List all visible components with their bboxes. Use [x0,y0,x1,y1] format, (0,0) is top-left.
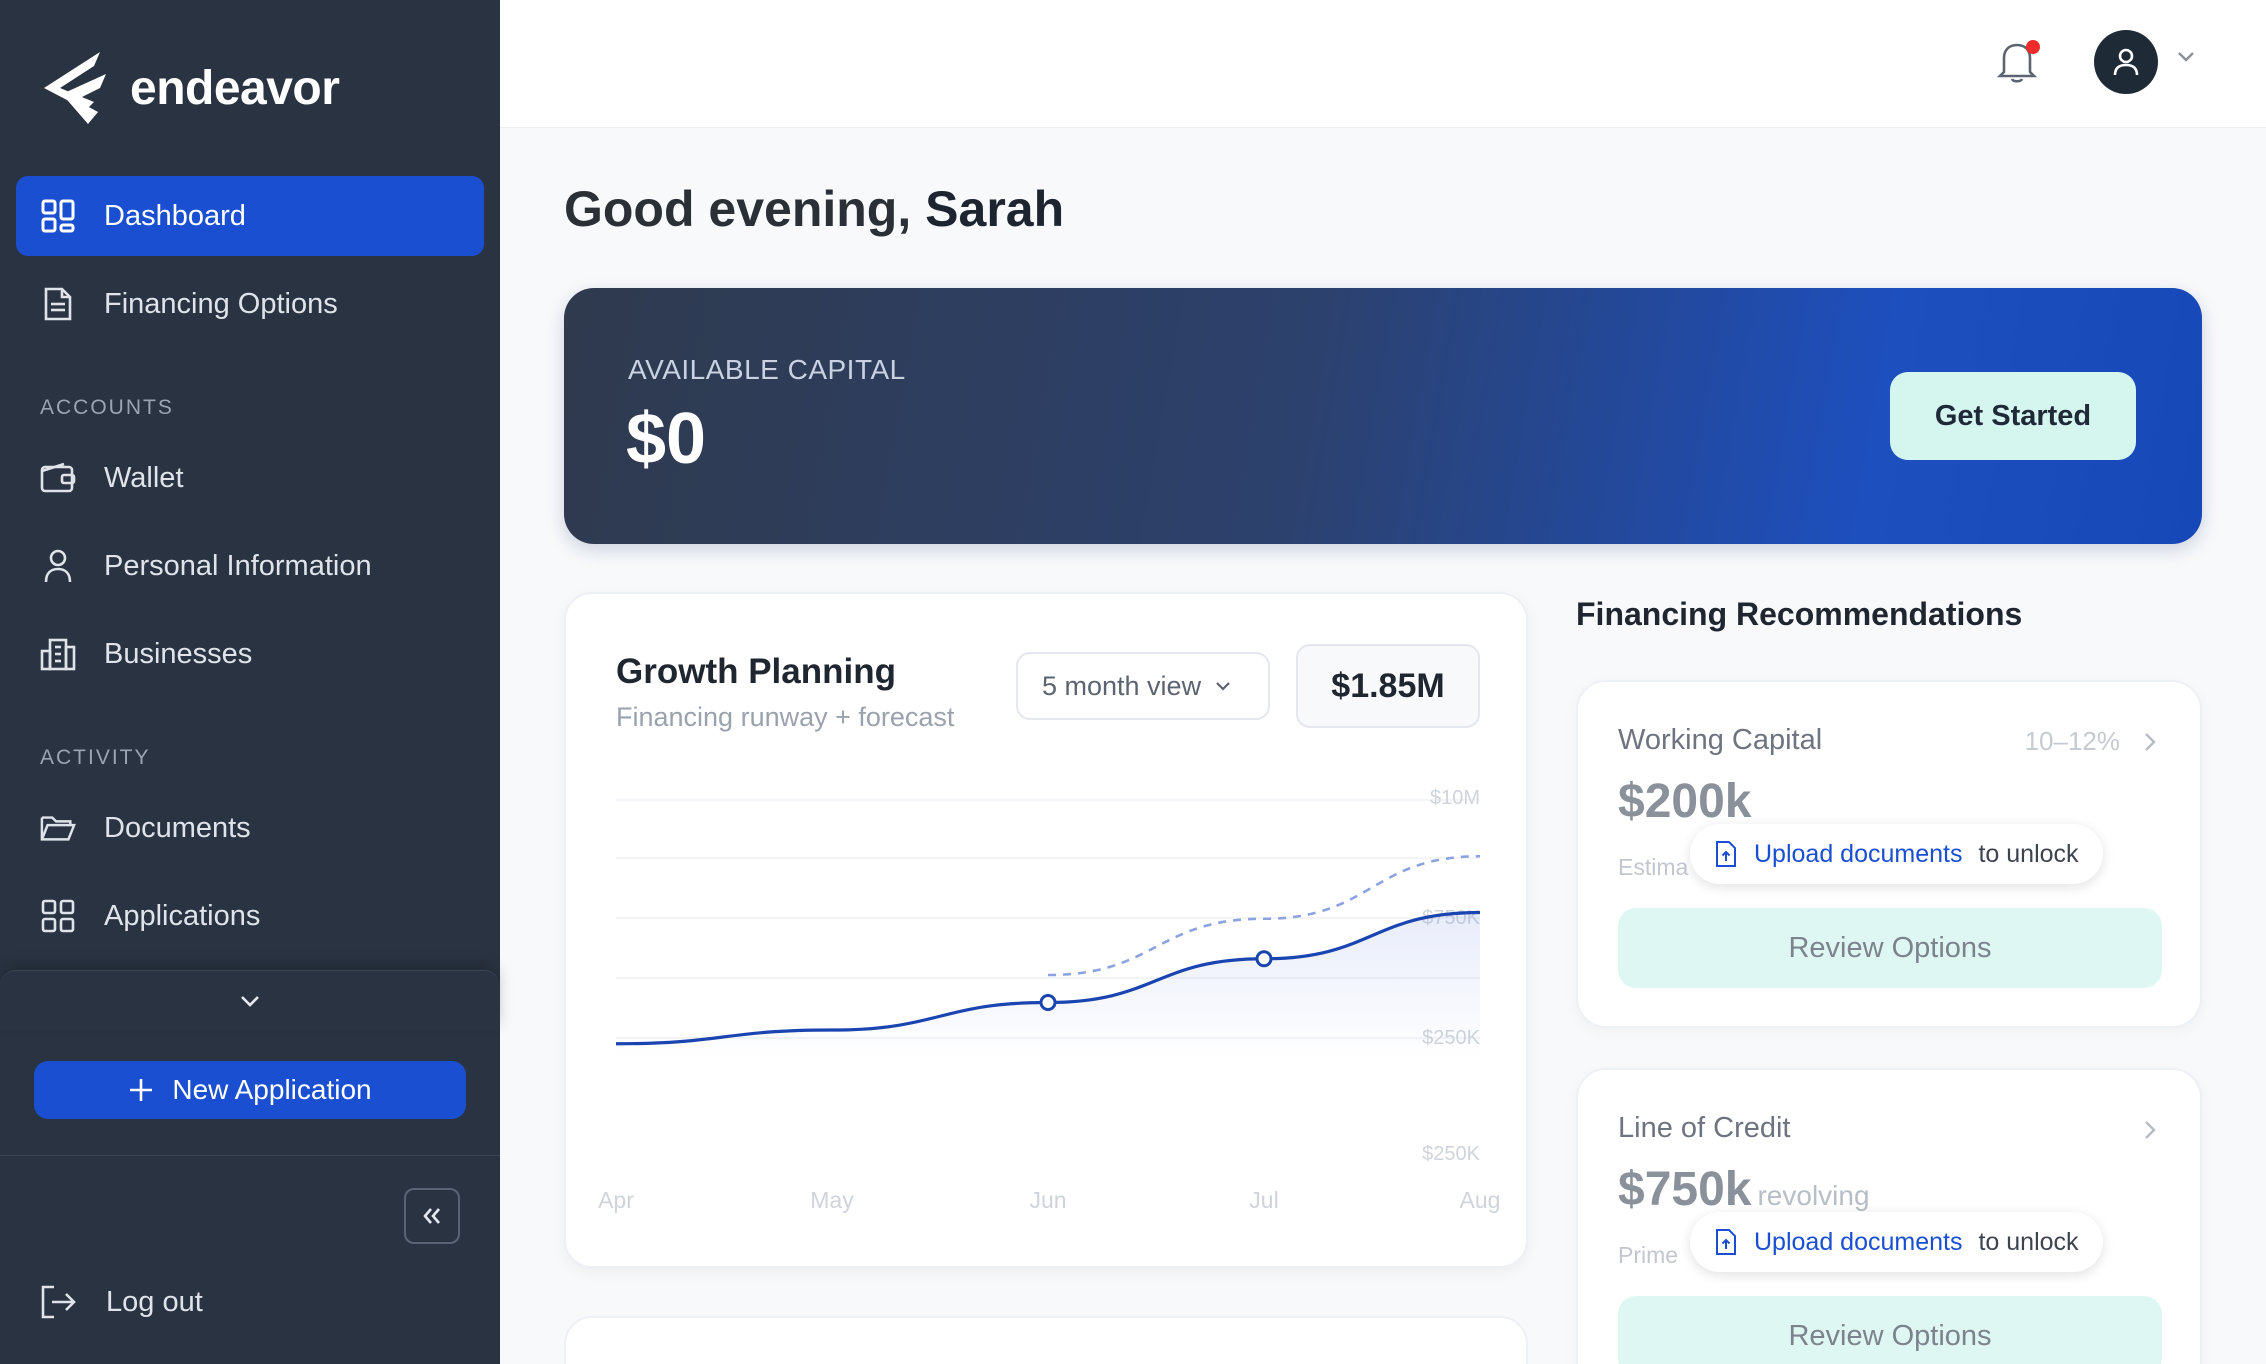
recommendation-amount: $200k [1618,774,1751,829]
greeting-prefix: Good evening, [564,181,912,237]
chevron-right-icon [2145,733,2156,751]
new-application-button[interactable]: New Application [34,1061,466,1119]
amount-value: $200k [1618,775,1752,828]
notifications-button[interactable] [1996,38,2046,88]
capital-label: AVAILABLE CAPITAL [628,354,906,385]
chevron-right-icon [2145,1121,2156,1139]
recommendations-title: Financing Recommendations [1576,596,2023,632]
data-point-jul[interactable] [1255,950,1273,968]
upload-documents-tooltip[interactable]: Upload documents to unlock [1690,1212,2103,1272]
recommendation-chevron[interactable] [2144,732,2156,757]
sidebar-item-label: Personal Information [104,549,372,582]
logout-icon [41,1285,76,1319]
x-tick-label: Apr [598,1187,634,1213]
recommendation-note: Prime [1618,1242,1679,1268]
amount-value: $750k [1618,1163,1752,1216]
notification-dot [2026,40,2040,54]
recommendation-amount: $750k revolving [1618,1162,1870,1217]
sidebar-item-label: Applications [104,899,261,932]
x-tick-label: Aug [1460,1187,1501,1213]
sidebar-divider [0,1155,500,1156]
sidebar-item-label: Wallet [104,461,184,494]
upload-documents-link[interactable]: Upload documents [1754,1228,1962,1257]
recommendation-name: Line of Credit [1618,1112,1791,1144]
actual-area [616,912,1480,1060]
user-icon [40,548,76,584]
review-options-button[interactable]: Review Options [1618,1296,2162,1364]
recommendation-card-working-capital[interactable]: Working Capital 10–12% $200k Estima Uplo… [1576,680,2202,1028]
data-point-jun[interactable] [1039,994,1057,1011]
file-upload-icon [1716,1229,1736,1255]
sidebar-item-financing-options[interactable]: Financing Options [16,264,484,344]
sidebar-item-label: Documents [104,811,251,844]
document-icon [40,286,76,322]
sidebar-item-label: Financing Options [104,287,338,320]
x-tick-label: Jul [1249,1187,1278,1213]
recommendation-name: Working Capital [1618,724,1823,756]
sidebar-item-wallet[interactable]: Wallet [16,438,484,518]
unlock-text: to unlock [1978,839,2079,868]
x-tick-label: May [810,1187,854,1213]
recommendation-rate: 10–12% [2024,726,2120,756]
logout-label: Log out [106,1285,203,1318]
user-icon [2113,48,2139,76]
upload-documents-tooltip[interactable]: Upload documents to unlock [1690,824,2103,884]
new-application-label: New Application [172,1074,372,1105]
recommendation-chevron[interactable] [2144,1120,2156,1145]
file-upload-icon [1716,841,1736,867]
greeting: Good evening, Sarah [564,180,1064,238]
growth-chart: $10M$750K$250K$250K AprMayJunJulAug [598,787,1501,1213]
sidebar-item-label: Businesses [104,637,253,670]
x-tick-label: Jun [1029,1187,1066,1213]
brand-name: endeavor [130,61,340,115]
recommendation-note: Estima [1618,854,1689,880]
account-menu-chevron[interactable] [2176,50,2196,69]
plus-icon [130,1079,153,1101]
brand-logo[interactable]: endeavor [40,48,340,128]
double-chevron-left-icon [423,1208,440,1224]
section-label-accounts: ACCOUNTS [40,396,174,419]
chevron-down-icon [2178,52,2194,62]
grid-icon [40,198,76,234]
recommendation-card-line-of-credit[interactable]: Line of Credit $750k revolving Prime Uplo… [1576,1068,2202,1364]
sidebar-item-applications[interactable]: Applications [16,876,484,956]
sidebar-item-personal-information[interactable]: Personal Information [16,526,484,606]
sidebar-item-dashboard[interactable]: Dashboard [16,176,484,256]
collapse-sidebar-button[interactable] [404,1188,460,1244]
building-icon [40,636,76,672]
review-options-button[interactable]: Review Options [1618,908,2162,988]
section-label-activity: ACTIVITY [40,746,151,769]
get-started-button[interactable]: Get Started [1890,372,2136,460]
logout-button[interactable]: Log out [40,1284,203,1320]
endeavor-logo-icon [44,52,106,124]
upload-documents-link[interactable]: Upload documents [1754,840,1962,869]
unlock-text: to unlock [1978,1227,2079,1256]
user-avatar[interactable] [2094,30,2158,94]
secondary-card [564,1316,1528,1364]
y-tick-label: $10M [1430,787,1480,809]
sidebar-expand-toggle[interactable] [0,970,500,1030]
greeting-name: Sarah [925,181,1065,237]
y-tick-label: $250K [1422,1143,1480,1165]
sidebar-item-businesses[interactable]: Businesses [16,614,484,694]
sidebar-item-documents[interactable]: Documents [16,788,484,868]
folder-icon [40,810,76,846]
capital-value: $0 [626,399,707,479]
sidebar: endeavor Dashboard Financing Options ACC… [0,0,500,1364]
growth-planning-card: Growth Planning Financing runway + forec… [564,592,1528,1268]
available-capital-card: AVAILABLE CAPITAL $0 Get Started [564,288,2202,544]
grid-icon [40,898,76,934]
sidebar-item-label: Dashboard [104,199,246,232]
amount-suffix: revolving [1757,1180,1870,1211]
chevron-down-icon [241,995,259,1007]
wallet-icon [40,460,76,496]
